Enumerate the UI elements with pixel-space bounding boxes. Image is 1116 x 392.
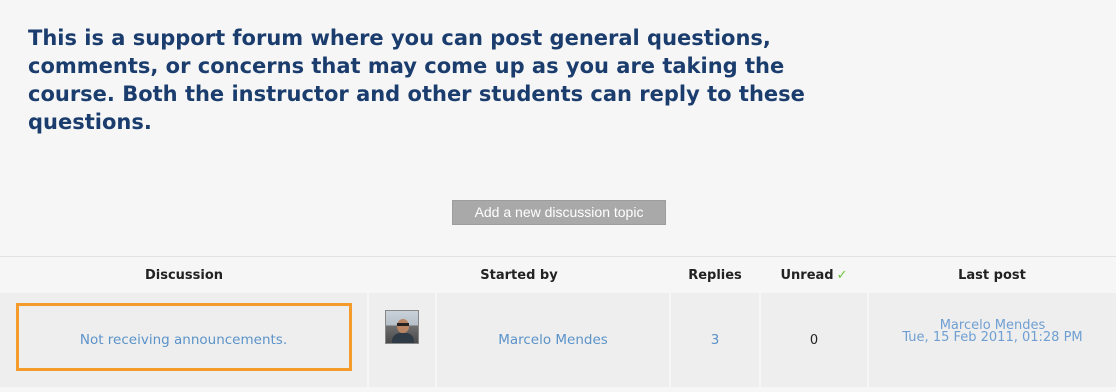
replies-link[interactable]: 3 [711,332,720,348]
last-post-date-link[interactable]: Tue, 15 Feb 2011, 01:28 PM [869,331,1116,344]
add-discussion-topic-button[interactable]: Add a new discussion topic [452,200,666,225]
table-row: Not receiving announcements. Marcelo Men… [0,293,1116,387]
header-started-by: Started by [368,257,670,293]
topic-cell: Not receiving announcements. [0,293,368,387]
unread-cell: 0 [759,293,868,387]
topic-link[interactable]: Not receiving announcements. [80,332,287,348]
discussion-table: Discussion Started by Replies Unread ✓ La… [0,257,1116,387]
header-discussion: Discussion [0,257,368,293]
unread-count: 0 [809,332,819,348]
avatar-cell [367,293,436,387]
author-link[interactable]: Marcelo Mendes [498,332,608,348]
forum-intro: This is a support forum where you can po… [28,26,805,134]
replies-cell: 3 [669,293,760,387]
table-header-row: Discussion Started by Replies Unread ✓ La… [0,257,1116,293]
header-replies: Replies [670,257,760,293]
last-post-cell: Marcelo Mendes Tue, 15 Feb 2011, 01:28 P… [867,293,1116,387]
checkmark-icon: ✓ [836,267,848,283]
user-avatar[interactable] [385,309,419,344]
header-last-post: Last post [868,257,1116,293]
header-unread: Unread ✓ [760,257,868,293]
author-cell: Marcelo Mendes [435,293,670,387]
header-unread-label: Unread [780,267,834,283]
